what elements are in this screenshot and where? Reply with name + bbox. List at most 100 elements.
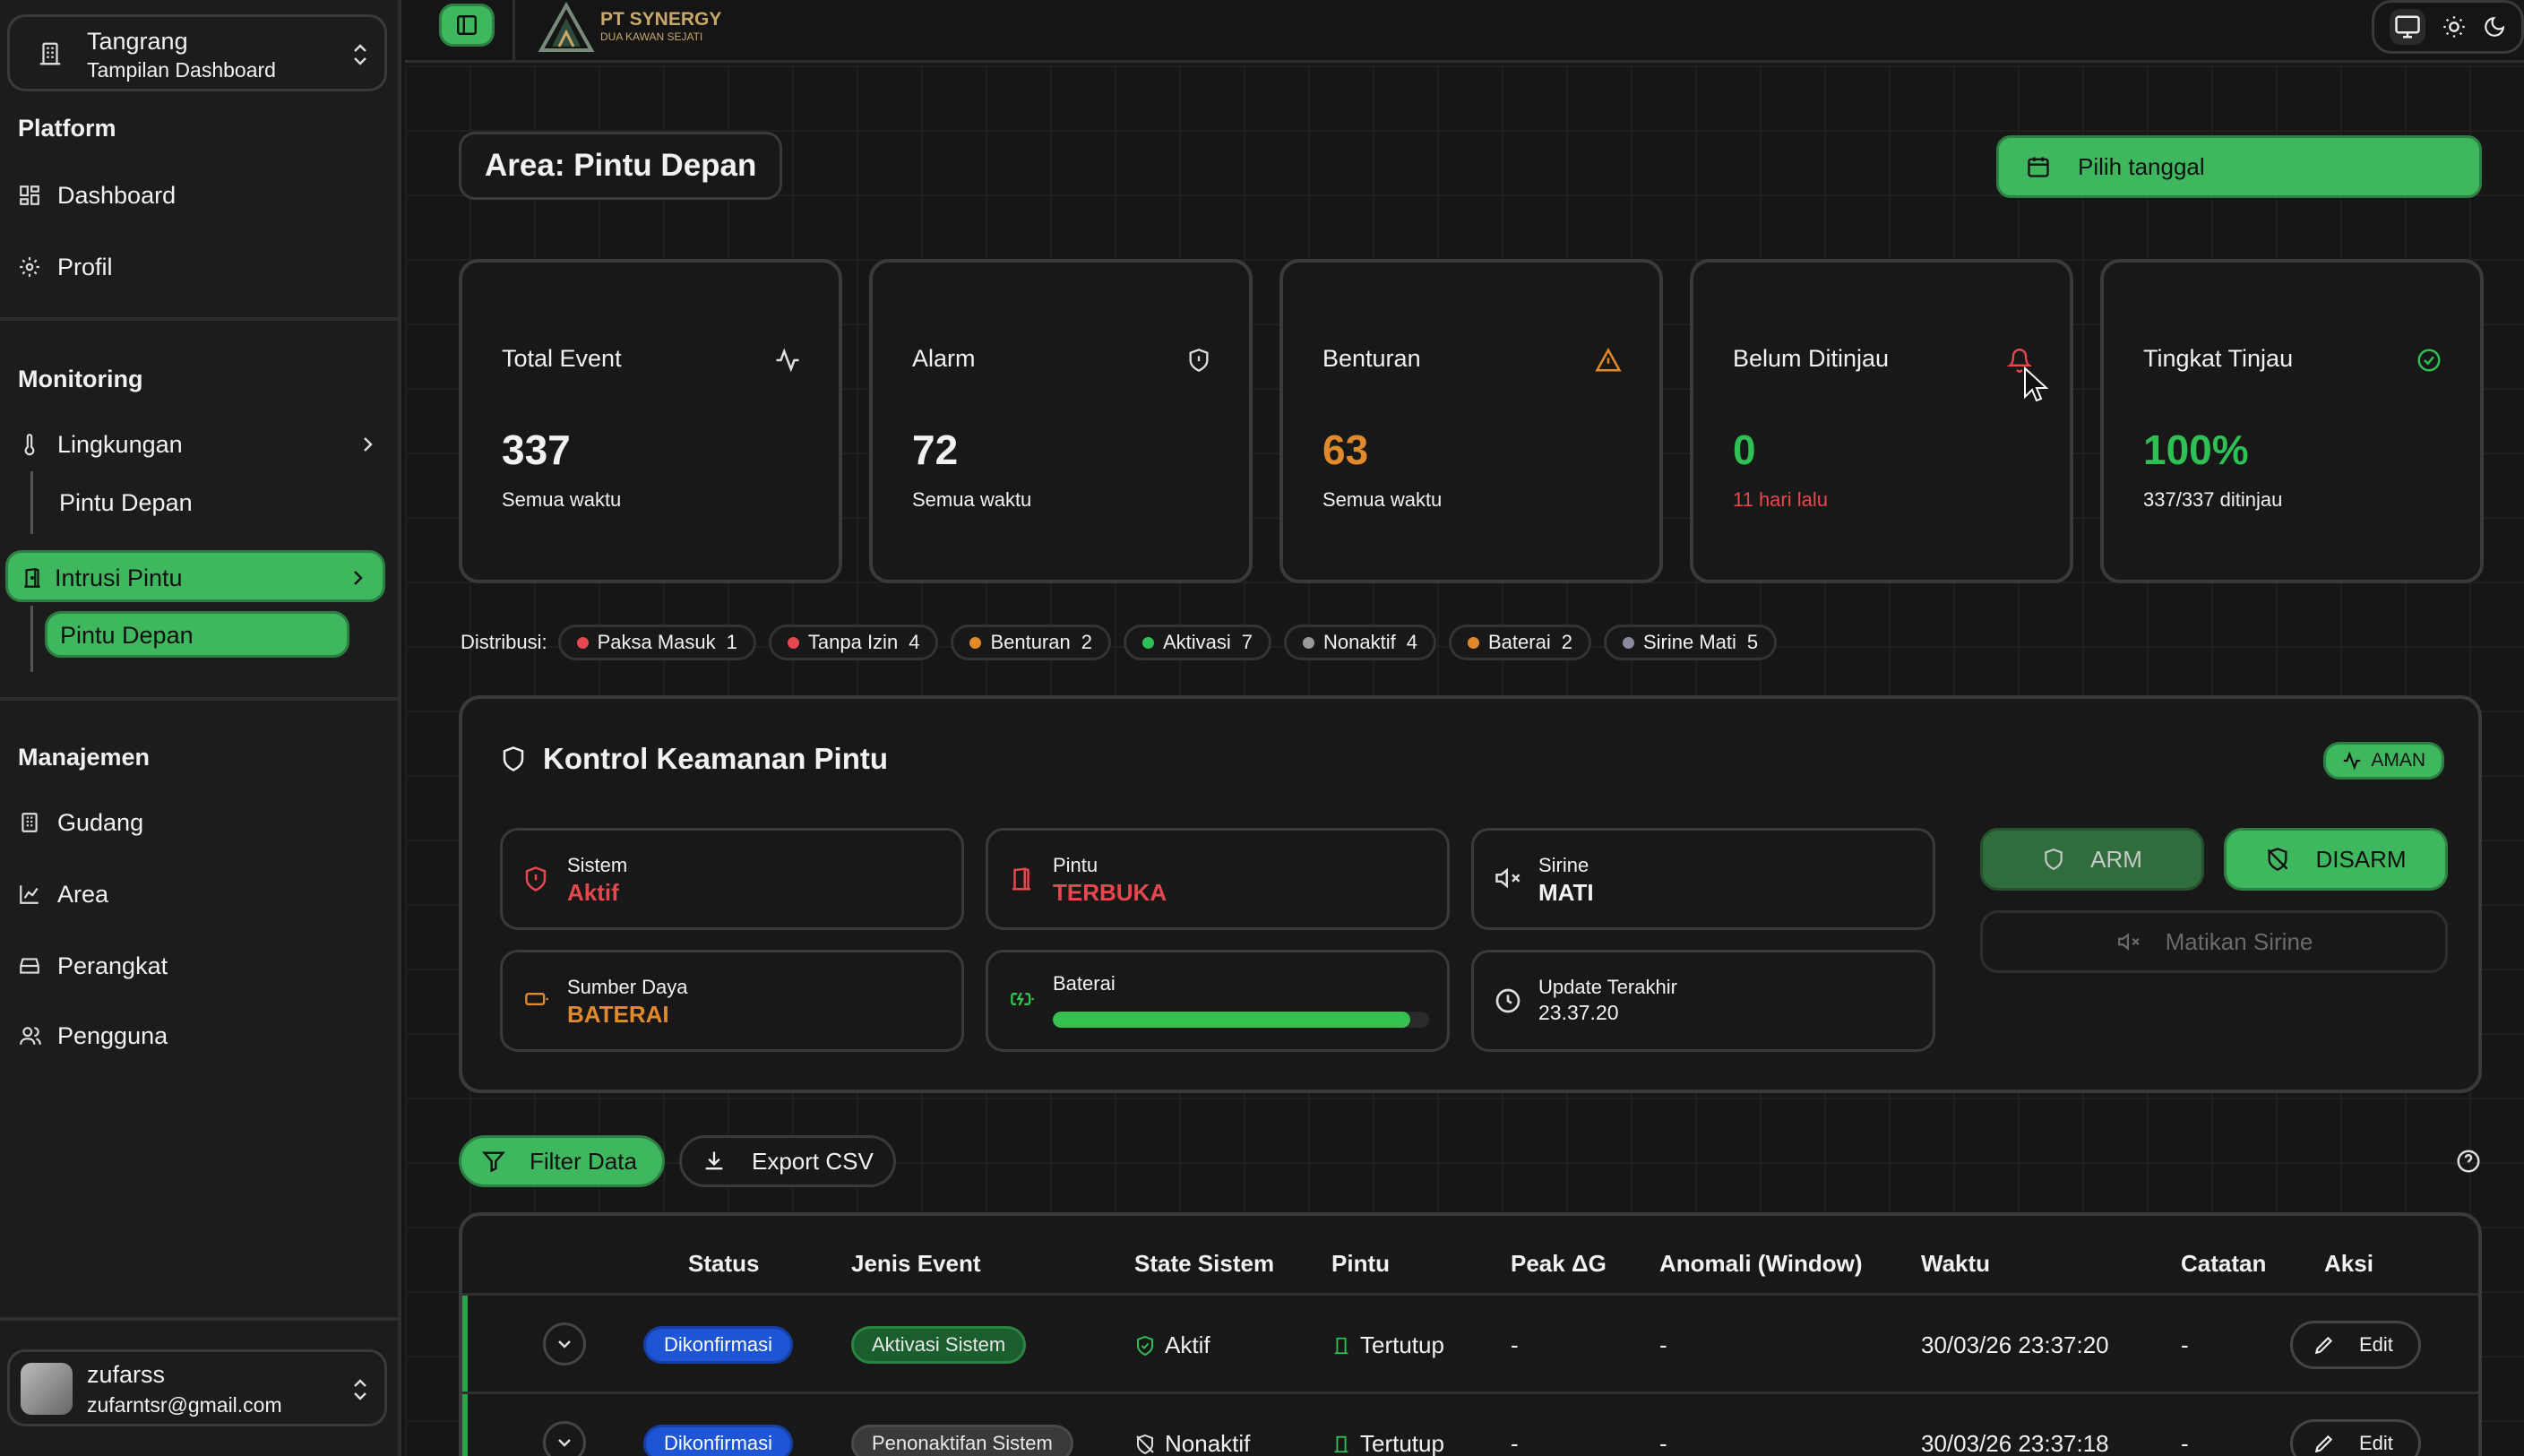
anomali-cell: - (1659, 1331, 1667, 1358)
pencil-icon (2313, 1432, 2336, 1455)
battery-progress-fill (1053, 1012, 1410, 1028)
tile-sumber-daya: Sumber Daya BATERAI (500, 950, 964, 1052)
workspace-switcher[interactable]: Tangrang Tampilan Dashboard (7, 14, 387, 91)
sidebar-divider (0, 697, 398, 701)
chip-label: Nonaktif (1323, 631, 1396, 653)
stat-subtext: Semua waktu (1322, 488, 1443, 511)
column-header-jenis-event[interactable]: Jenis Event (851, 1250, 981, 1278)
anomali-cell: - (1659, 1430, 1667, 1456)
clock-icon (1494, 986, 1522, 1015)
tile-label: Sirine (1538, 854, 1589, 876)
filter-data-button[interactable]: Filter Data (459, 1135, 665, 1187)
row-accent (462, 1394, 468, 1456)
monitor-icon (2394, 13, 2421, 40)
date-picker-button[interactable]: Pilih tanggal (1996, 135, 2482, 198)
edit-button[interactable]: Edit (2290, 1419, 2421, 1456)
column-header-status[interactable]: Status (688, 1250, 759, 1278)
shield-off-icon (1134, 1433, 1156, 1456)
sidebar-item-gudang[interactable]: Gudang (18, 803, 143, 842)
sidebar-item-label: Profil (57, 253, 113, 280)
tile-pintu: Pintu TERBUKA (986, 828, 1450, 930)
tree-line (30, 471, 33, 534)
sidebar-subitem-lingkungan-pintu-depan[interactable]: Pintu Depan (59, 489, 193, 517)
arm-button[interactable]: ARM (1980, 828, 2204, 891)
tile-value: MATI (1538, 879, 1594, 906)
sidebar-toggle-button[interactable] (439, 4, 495, 47)
sidebar-item-area[interactable]: Area (18, 874, 108, 914)
tile-label: Pintu (1053, 854, 1098, 876)
stat-card-belum-ditinjau: Belum Ditinjau 0 11 hari lalu (1690, 259, 2073, 583)
sidebar-item-profil[interactable]: Profil (18, 247, 113, 287)
shield-off-icon (2265, 847, 2290, 872)
sidebar: Tangrang Tampilan Dashboard Platform Das… (0, 0, 401, 1456)
state-cell: Nonaktif (1134, 1430, 1250, 1456)
edit-label: Edit (2359, 1432, 2393, 1454)
battery-icon (522, 986, 551, 1012)
row-accent (462, 1296, 468, 1394)
workspace-name: Tangrang (87, 28, 188, 55)
sidebar-item-dashboard[interactable]: Dashboard (18, 176, 176, 215)
theme-switcher (2372, 0, 2524, 54)
sidebar-item-perangkat[interactable]: Perangkat (18, 946, 168, 986)
column-header-anomali[interactable]: Anomali (Window) (1659, 1250, 1863, 1278)
stat-label: Total Event (502, 345, 622, 372)
stat-label: Alarm (912, 345, 976, 372)
expand-row-button[interactable] (543, 1322, 586, 1366)
state-text: Aktif (1165, 1331, 1210, 1358)
platform-heading: Platform (18, 115, 116, 142)
mute-siren-label: Matikan Sirine (2165, 927, 2313, 955)
chip-label: Tanpa Izin (807, 631, 899, 653)
door-text: Tertutup (1360, 1331, 1444, 1358)
column-header-aksi: Aksi (2324, 1250, 2373, 1277)
user-menu[interactable]: zufarss zufarntsr@gmail.com (7, 1349, 387, 1426)
stat-value: 100% (2143, 426, 2249, 473)
tile-label: Baterai (1053, 972, 1116, 995)
brand-tagline: DUA KAWAN SEJATI (600, 30, 703, 43)
company-logo-icon (538, 2, 595, 52)
column-header-pintu[interactable]: Pintu (1331, 1250, 1390, 1278)
door-closed-icon (1331, 1433, 1351, 1456)
alert-triangle-icon (1595, 347, 1622, 374)
tile-label: Sumber Daya (567, 976, 688, 998)
warehouse-icon (18, 811, 43, 834)
filter-data-label: Filter Data (530, 1147, 637, 1175)
column-header-catatan[interactable]: Catatan (2181, 1250, 2266, 1278)
stat-subtext: Semua waktu (502, 488, 622, 511)
theme-system-button[interactable] (2390, 9, 2425, 45)
column-header-state-sistem[interactable]: State Sistem (1134, 1250, 1274, 1278)
export-csv-button[interactable]: Export CSV (679, 1135, 896, 1187)
theme-dark-button[interactable] (2483, 15, 2506, 39)
mute-siren-button[interactable]: Matikan Sirine (1980, 910, 2448, 973)
chip-count: 2 (1561, 631, 1572, 653)
panel-left-icon (455, 13, 478, 37)
stat-subtext: 11 hari lalu (1733, 488, 1828, 511)
edit-button[interactable]: Edit (2290, 1321, 2421, 1369)
sidebar-item-lingkungan[interactable]: Lingkungan (18, 425, 376, 464)
waktu-cell: 30/03/26 23:37:20 (1921, 1331, 2109, 1358)
sidebar-item-pengguna[interactable]: Pengguna (18, 1016, 168, 1055)
tile-sistem: Sistem Aktif (500, 828, 964, 930)
tile-value: Aktif (567, 879, 619, 906)
page-title: Area: Pintu Depan (459, 132, 783, 200)
chevron-down-icon (556, 1337, 573, 1351)
column-header-peak[interactable]: Peak ΔG (1511, 1250, 1607, 1278)
theme-light-button[interactable] (2442, 14, 2467, 39)
pencil-icon (2313, 1333, 2336, 1357)
column-header-waktu[interactable]: Waktu (1921, 1250, 1990, 1278)
distribution-chip: Tanpa Izin 4 (768, 625, 939, 660)
table-row[interactable]: Dikonfirmasi Penonaktifan Sistem Nonakti… (462, 1391, 2478, 1456)
expand-row-button[interactable] (543, 1421, 586, 1456)
tile-label: Sistem (567, 854, 628, 876)
tile-value: BATERAI (567, 1001, 669, 1028)
battery-charging-icon (1008, 986, 1037, 1012)
topbar: PT SYNERGY DUA KAWAN SEJATI (405, 0, 2524, 63)
shield-icon (500, 744, 527, 774)
sidebar-item-intrusi-pintu[interactable]: Intrusi Pintu (5, 550, 385, 602)
sidebar-subitem-intrusi-pintu-depan[interactable]: Pintu Depan (45, 611, 349, 658)
shield-check-icon (1134, 1334, 1156, 1357)
status-dot (1141, 636, 1154, 649)
disarm-button[interactable]: DISARM (2224, 828, 2448, 891)
table-row[interactable]: Dikonfirmasi Aktivasi Sistem Aktif Tertu… (462, 1293, 2478, 1394)
thermometer-icon (18, 432, 43, 457)
help-circle-icon[interactable] (2455, 1148, 2482, 1175)
